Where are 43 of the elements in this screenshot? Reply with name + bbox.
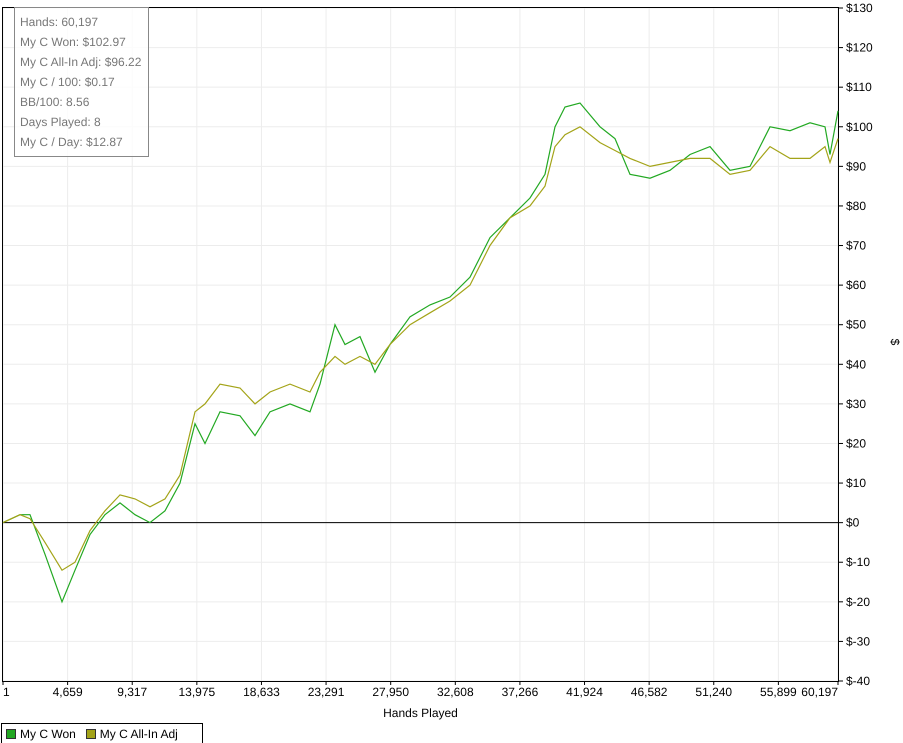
y-axis-title: $: [888, 338, 902, 346]
y-tick-label: $80: [846, 198, 866, 213]
y-tick-label: $60: [846, 278, 866, 292]
y-tick-label: $70: [846, 238, 866, 253]
y-tick-label: $100: [846, 120, 873, 134]
x-tick-label: 46,582: [630, 685, 668, 699]
x-axis-title: Hands Played: [383, 706, 458, 720]
y-tick-label: $-30: [846, 634, 870, 648]
x-tick-label: 37,266: [502, 685, 538, 699]
x-tick-label: 51,240: [695, 685, 732, 699]
y-tick-label: $130: [846, 1, 873, 15]
stat-line: My C / 100: $0.17: [20, 74, 116, 91]
stat-line: Hands: 60,197: [20, 14, 100, 31]
x-tick-label: 32,608: [436, 685, 474, 699]
x-tick-label: 60,197: [801, 685, 838, 699]
stat-line: My C / Day: $12.87: [20, 134, 124, 151]
x-tick-label: 18,633: [243, 685, 280, 699]
x-tick-label: 27,950: [372, 685, 410, 699]
stat-line: BB/100: 8.56: [20, 94, 90, 111]
y-tick-label: $90: [846, 159, 866, 174]
legend-label: My C Won: [20, 727, 76, 741]
y-tick-label: $-20: [846, 594, 870, 609]
stat-line: Days Played: 8: [20, 114, 102, 131]
stat-line: My C All-In Adj: $96.22: [20, 54, 142, 71]
y-tick-label: $10: [846, 476, 866, 490]
x-tick-label: 55,899: [760, 685, 797, 699]
y-tick-label: $-10: [846, 555, 870, 570]
y-tick-label: $50: [846, 318, 866, 332]
legend-label: My C All-In Adj: [100, 727, 178, 741]
x-tick-label: 13,975: [178, 685, 216, 699]
y-tick-label: $110: [846, 80, 872, 94]
x-tick-label: 23,291: [308, 685, 344, 699]
x-tick-label: 4,659: [52, 685, 83, 699]
y-tick-label: $-40: [846, 674, 870, 688]
y-tick-label: $20: [846, 436, 866, 450]
y-tick-label: $30: [846, 396, 866, 411]
x-tick-label: 1: [3, 685, 10, 699]
x-tick-label: 9,317: [117, 685, 148, 699]
y-tick-label: $0: [846, 516, 860, 530]
stat-line: My C Won: $102.97: [20, 34, 127, 51]
y-tick-label: $40: [846, 357, 866, 372]
y-tick-label: $120: [846, 40, 873, 55]
x-tick-label: 41,924: [566, 685, 603, 699]
